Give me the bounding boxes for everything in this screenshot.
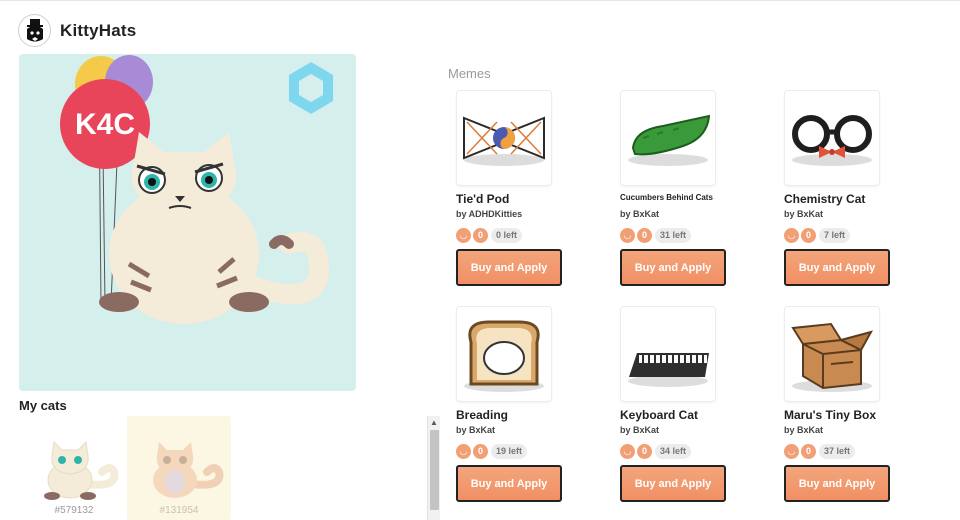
keyboard-icon: [628, 353, 709, 387]
meme-author: by BxKat: [784, 209, 824, 219]
meme-name: Maru's Tiny Box: [784, 408, 876, 422]
cat-preview: K4C: [19, 54, 356, 391]
meme-item: Maru's Tiny Box by BxKat ◡ 0 37 left Buy…: [784, 306, 934, 502]
my-cats-scrollbar[interactable]: ▲: [427, 416, 440, 520]
cat-thumbnail: [153, 442, 224, 498]
buy-and-apply-button[interactable]: Buy and Apply: [456, 249, 562, 286]
meme-item: Tie'd Pod by ADHDKitties ◡ 0 0 left Buy …: [456, 90, 606, 286]
goggles-icon: [792, 115, 872, 166]
meme-stats: ◡ 0 7 left: [784, 227, 934, 243]
buy-and-apply-button[interactable]: Buy and Apply: [784, 465, 890, 502]
remaining-count: 34 left: [655, 443, 692, 459]
kitty-token-icon: ◡: [456, 443, 471, 459]
remaining-count: 31 left: [655, 227, 692, 243]
price-value: 0: [801, 227, 816, 243]
price-value: 0: [473, 443, 488, 459]
meme-stats: ◡ 0 0 left: [456, 227, 606, 243]
bowtie-icon: [463, 116, 545, 166]
meme-thumbnail[interactable]: [620, 306, 716, 402]
bread-icon: [464, 320, 544, 392]
top-divider: [0, 0, 960, 1]
remaining-count: 0 left: [491, 227, 523, 243]
buy-and-apply-button[interactable]: Buy and Apply: [784, 249, 890, 286]
meme-thumbnail[interactable]: [784, 306, 880, 402]
header: KittyHats: [18, 14, 136, 47]
buy-and-apply-button[interactable]: Buy and Apply: [620, 465, 726, 502]
my-cats-title: My cats: [19, 398, 67, 413]
meme-stats: ◡ 0 37 left: [784, 443, 934, 459]
app-title: KittyHats: [60, 20, 137, 40]
remaining-count: 19 left: [491, 443, 528, 459]
price-value: 0: [637, 227, 652, 243]
meme-stats: ◡ 0 19 left: [456, 443, 606, 459]
cat-preview-illustration: K4C: [60, 55, 333, 324]
cat-card[interactable]: #579132: [22, 416, 126, 520]
balloon-label: K4C: [75, 108, 135, 141]
kitty-token-icon: ◡: [784, 227, 799, 243]
cardboard-box-icon: [791, 322, 874, 392]
cat-id: #579132: [54, 505, 94, 516]
meme-author: by BxKat: [784, 425, 824, 435]
meme-stats: ◡ 0 31 left: [620, 227, 770, 243]
meme-item: Cucumbers Behind Cats by BxKat ◡ 0 31 le…: [620, 90, 770, 286]
meme-item: Chemistry Cat by BxKat ◡ 0 7 left Buy an…: [784, 90, 934, 286]
scrollbar-thumb[interactable]: [430, 430, 439, 510]
buy-and-apply-button[interactable]: Buy and Apply: [456, 465, 562, 502]
meme-name: Breading: [456, 408, 509, 422]
price-value: 0: [801, 443, 816, 459]
buy-and-apply-button[interactable]: Buy and Apply: [620, 249, 726, 286]
memes-section-title: Memes: [448, 66, 491, 81]
cat-thumbnail: [44, 440, 119, 500]
meme-thumbnail[interactable]: [620, 90, 716, 186]
meme-name: Cucumbers Behind Cats: [620, 193, 713, 202]
kitty-token-icon: ◡: [784, 443, 799, 459]
cat-card[interactable]: #131954: [127, 416, 231, 520]
cucumber-icon: [628, 114, 711, 166]
meme-thumbnail[interactable]: [456, 306, 552, 402]
remaining-count: 7 left: [819, 227, 851, 243]
meme-thumbnail[interactable]: [456, 90, 552, 186]
meme-stats: ◡ 0 34 left: [620, 443, 770, 459]
meme-item: Breading by BxKat ◡ 0 19 left Buy and Ap…: [456, 306, 606, 502]
meme-name: Chemistry Cat: [784, 192, 866, 206]
kitty-token-icon: ◡: [620, 227, 635, 243]
kittyhats-logo-icon[interactable]: [18, 14, 51, 47]
kitty-token-icon: ◡: [456, 227, 471, 243]
meme-thumbnail[interactable]: [784, 90, 880, 186]
price-value: 0: [473, 227, 488, 243]
price-value: 0: [637, 443, 652, 459]
meme-author: by BxKat: [456, 425, 496, 435]
scroll-up-icon[interactable]: ▲: [428, 418, 440, 427]
kitty-token-icon: ◡: [620, 443, 635, 459]
badge-icon: [289, 62, 333, 114]
remaining-count: 37 left: [819, 443, 856, 459]
meme-item: Keyboard Cat by BxKat ◡ 0 34 left Buy an…: [620, 306, 770, 502]
meme-name: Keyboard Cat: [620, 408, 699, 422]
cat-id: #131954: [159, 505, 199, 516]
meme-name: Tie'd Pod: [456, 192, 510, 206]
meme-author: by BxKat: [620, 425, 660, 435]
meme-author: by ADHDKitties: [456, 209, 523, 219]
meme-author: by BxKat: [620, 209, 660, 219]
